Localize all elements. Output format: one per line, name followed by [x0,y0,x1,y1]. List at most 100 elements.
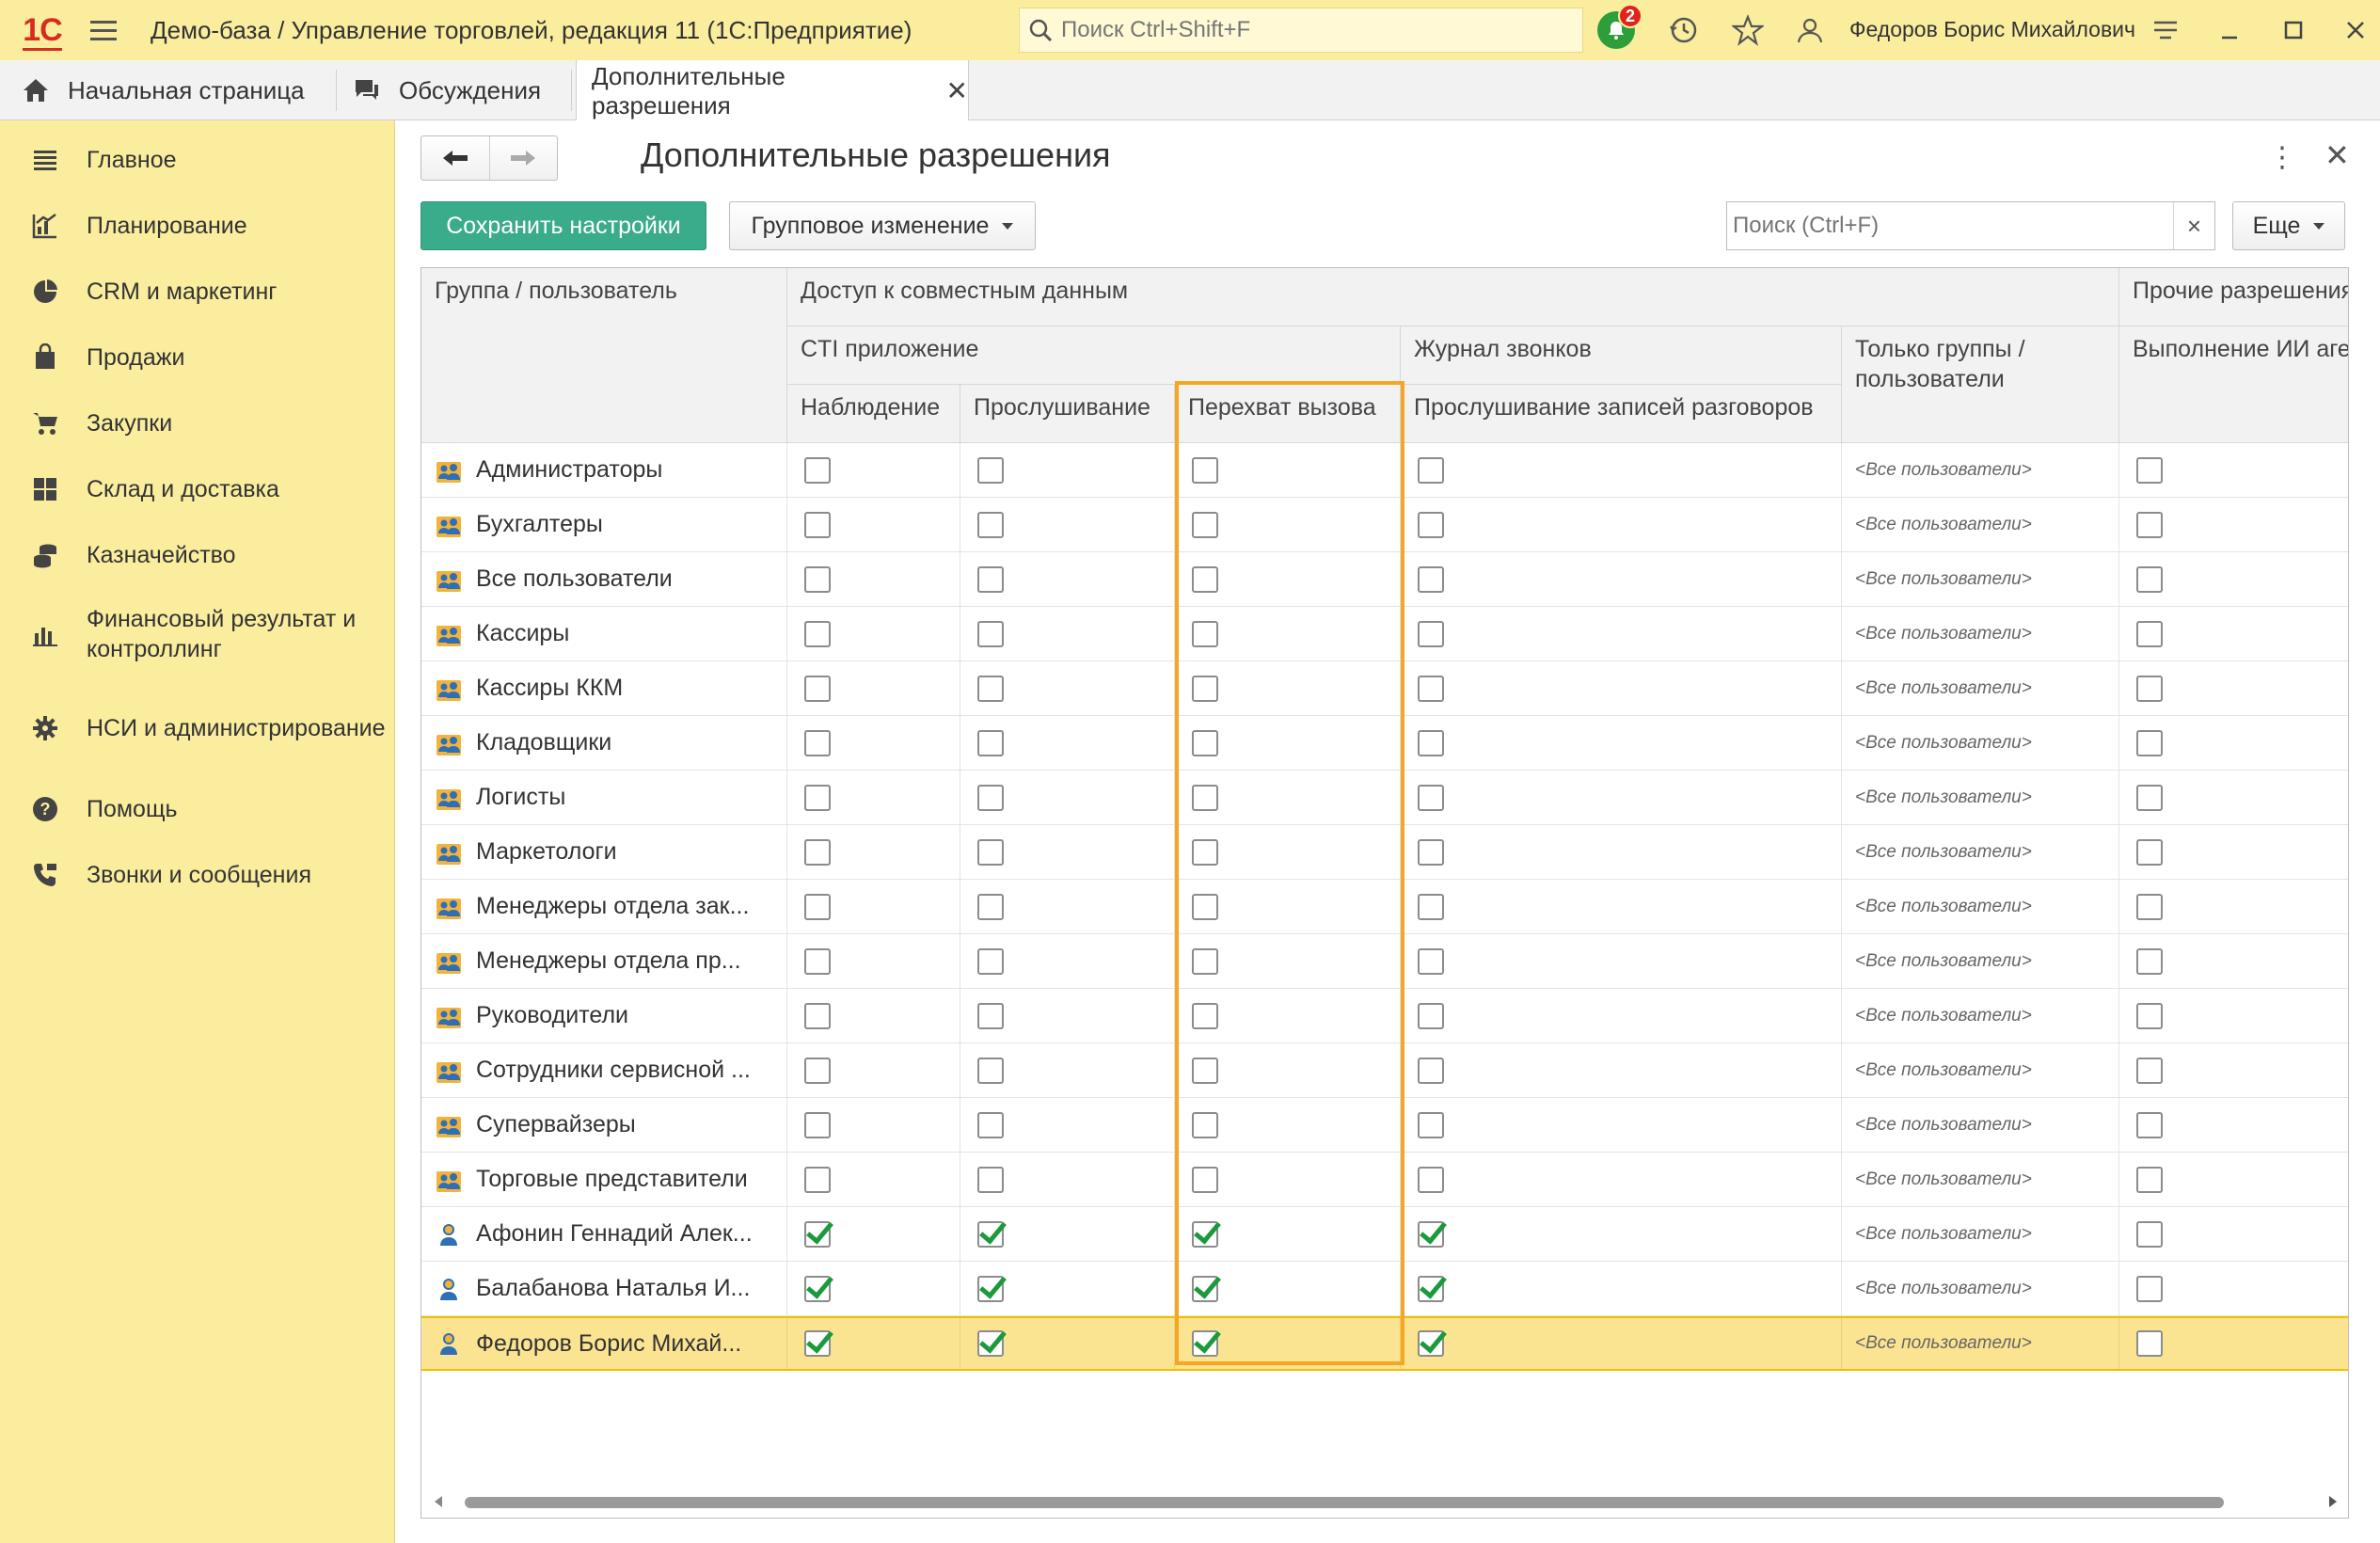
sidebar-item-crm[interactable]: CRM и маркетинг [0,265,395,318]
clear-search-icon[interactable]: × [2173,202,2214,249]
sidebar-item-planning[interactable]: Планирование [0,199,395,252]
forward-arrow-icon[interactable] [490,136,558,180]
column-header-intercept[interactable]: Перехват вызова [1175,385,1401,443]
row-name-cell[interactable]: Кассиры [421,607,787,660]
row-name-cell[interactable]: Менеджеры отдела зак... [421,880,787,933]
ai-checkbox[interactable] [2136,838,2163,866]
monitoring-checkbox[interactable] [804,511,831,538]
listening-checkbox[interactable] [977,565,1004,593]
ai-checkbox[interactable] [2136,1166,2163,1193]
row-name-cell[interactable]: Менеджеры отдела пр... [421,934,787,988]
listening-checkbox[interactable] [977,511,1004,538]
intercept-checkbox[interactable] [1192,784,1218,811]
table-row[interactable]: Администраторы <Все пользователи> [421,443,2348,498]
ai-checkbox[interactable] [2136,1002,2163,1029]
column-header-listening[interactable]: Прослушивание [960,385,1175,443]
maximize-icon[interactable] [2275,11,2312,49]
row-name-cell[interactable]: Все пользователи [421,552,787,606]
monitoring-checkbox[interactable] [804,893,831,920]
ai-checkbox[interactable] [2136,565,2163,593]
listening-checkbox[interactable] [977,456,1004,484]
intercept-checkbox[interactable] [1192,620,1218,647]
sidebar-item-treasury[interactable]: Казначейство [0,529,395,581]
recordings-checkbox[interactable] [1418,729,1444,756]
column-header-only-groups[interactable]: Только группы / пользователи [1842,326,2119,443]
intercept-checkbox[interactable] [1192,1220,1218,1248]
scope-cell[interactable]: <Все пользователи> [1842,1098,2119,1152]
row-name-cell[interactable]: Балабанова Наталья И... [421,1262,787,1315]
table-row[interactable]: Менеджеры отдела пр... <Все пользователи> [421,934,2348,989]
back-arrow-icon[interactable] [421,136,490,180]
scope-cell[interactable]: <Все пользователи> [1842,1207,2119,1261]
row-name-cell[interactable]: Торговые представители [421,1153,787,1206]
table-row[interactable]: Логисты <Все пользователи> [421,771,2348,825]
intercept-checkbox[interactable] [1192,729,1218,756]
column-header-group[interactable]: Группа / пользователь [421,268,787,443]
scope-cell[interactable]: <Все пользователи> [1842,825,2119,879]
row-name-cell[interactable]: Бухгалтеры [421,498,787,551]
history-icon[interactable] [1665,11,1703,49]
ai-checkbox[interactable] [2136,620,2163,647]
horizontal-scrollbar[interactable] [421,1487,2348,1518]
table-row[interactable]: Федоров Борис Михай... <Все пользователи> [421,1316,2348,1371]
table-row[interactable]: Кладовщики <Все пользователи> [421,716,2348,771]
sidebar-item-purchases[interactable]: Закупки [0,397,395,450]
recordings-checkbox[interactable] [1418,511,1444,538]
row-name-cell[interactable]: Кладовщики [421,716,787,770]
sidebar-item-warehouse[interactable]: Склад и доставка [0,463,395,516]
table-row[interactable]: Сотрудники сервисной ... <Все пользовател… [421,1043,2348,1098]
user-profile-icon[interactable] [1791,11,1829,49]
monitoring-checkbox[interactable] [804,784,831,811]
listening-checkbox[interactable] [977,947,1004,975]
close-window-icon[interactable] [2337,11,2374,49]
row-name-cell[interactable]: Администраторы [421,443,787,497]
listening-checkbox[interactable] [977,1111,1004,1138]
scope-cell[interactable]: <Все пользователи> [1842,607,2119,660]
monitoring-checkbox[interactable] [804,456,831,484]
sidebar-item-main[interactable]: Главное [0,134,395,186]
row-name-cell[interactable]: Супервайзеры [421,1098,787,1152]
recordings-checkbox[interactable] [1418,784,1444,811]
ai-checkbox[interactable] [2136,511,2163,538]
save-settings-button[interactable]: Сохранить настройки [420,201,706,250]
listening-checkbox[interactable] [977,729,1004,756]
table-row[interactable]: Супервайзеры <Все пользователи> [421,1098,2348,1153]
sidebar-item-help[interactable]: ? Помощь [0,783,395,835]
form-search[interactable]: × [1726,201,2215,250]
intercept-checkbox[interactable] [1192,893,1218,920]
monitoring-checkbox[interactable] [804,1002,831,1029]
scope-cell[interactable]: <Все пользователи> [1842,1262,2119,1315]
monitoring-checkbox[interactable] [804,729,831,756]
more-vertical-icon[interactable]: ⋮ [2268,141,2296,174]
table-row[interactable]: Афонин Геннадий Алек... <Все пользователи… [421,1207,2348,1262]
listening-checkbox[interactable] [977,675,1004,702]
monitoring-checkbox[interactable] [804,675,831,702]
table-row[interactable]: Балабанова Наталья И... <Все пользователи… [421,1262,2348,1316]
intercept-checkbox[interactable] [1192,1166,1218,1193]
form-search-input[interactable] [1727,213,2173,239]
table-row[interactable]: Кассиры <Все пользователи> [421,607,2348,661]
scope-cell[interactable]: <Все пользователи> [1842,880,2119,933]
ai-checkbox[interactable] [2136,456,2163,484]
recordings-checkbox[interactable] [1418,1275,1444,1302]
table-row[interactable]: Маркетологи <Все пользователи> [421,825,2348,880]
listening-checkbox[interactable] [977,838,1004,866]
monitoring-checkbox[interactable] [804,565,831,593]
close-tab-icon[interactable]: ✕ [946,75,968,106]
1c-logo[interactable]: 1С [0,0,85,60]
group-change-button[interactable]: Групповое изменение [729,201,1036,250]
listening-checkbox[interactable] [977,1166,1004,1193]
row-name-cell[interactable]: Кассиры ККМ [421,661,787,715]
scope-cell[interactable]: <Все пользователи> [1842,498,2119,551]
intercept-checkbox[interactable] [1192,1111,1218,1138]
tab-home[interactable]: Начальная страница [0,60,337,120]
recordings-checkbox[interactable] [1418,620,1444,647]
global-search-input[interactable] [1061,17,1569,43]
table-row[interactable]: Бухгалтеры <Все пользователи> [421,498,2348,552]
minimize-icon[interactable] [2211,11,2248,49]
ai-checkbox[interactable] [2136,893,2163,920]
listening-checkbox[interactable] [977,1002,1004,1029]
recordings-checkbox[interactable] [1418,893,1444,920]
column-header-monitoring[interactable]: Наблюдение [787,385,960,443]
scope-cell[interactable]: <Все пользователи> [1842,1318,2119,1369]
